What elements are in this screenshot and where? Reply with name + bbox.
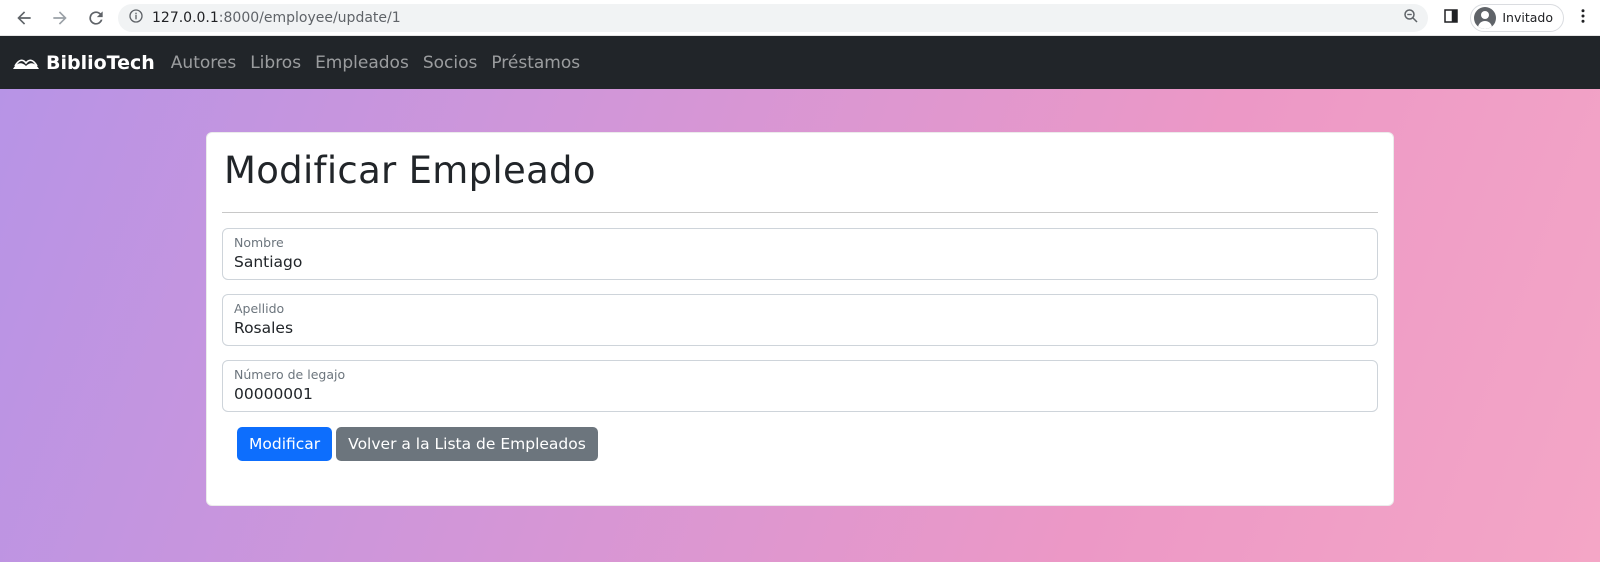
- reload-icon[interactable]: [80, 2, 112, 34]
- more-menu-icon[interactable]: [1574, 7, 1592, 29]
- brand-link[interactable]: BiblioTech: [12, 52, 155, 74]
- apellido-field[interactable]: Apellido Rosales: [222, 294, 1378, 346]
- nav-link-empleados[interactable]: Empleados: [315, 53, 409, 73]
- site-info-icon[interactable]: [128, 8, 144, 28]
- zoom-icon[interactable]: [1402, 7, 1420, 29]
- back-arrow-icon[interactable]: [8, 2, 40, 34]
- legajo-value[interactable]: 00000001: [234, 383, 1366, 405]
- modificar-button[interactable]: Modificar: [237, 427, 333, 461]
- nombre-value[interactable]: Santiago: [234, 251, 1366, 273]
- apellido-label: Apellido: [234, 301, 285, 316]
- url-text: 127.0.0.1:8000/employee/update/1: [152, 9, 401, 26]
- page-background: Modificar Empleado Nombre Santiago Apell…: [0, 89, 1600, 562]
- page-title: Modificar Empleado: [224, 149, 596, 192]
- divider: [222, 212, 1378, 213]
- side-panel-icon[interactable]: [1442, 7, 1460, 29]
- brand-name: BiblioTech: [46, 51, 155, 74]
- employee-form-card: Modificar Empleado Nombre Santiago Apell…: [206, 132, 1394, 506]
- main-navbar: BiblioTech Autores Libros Empleados Soci…: [0, 36, 1600, 89]
- back-to-list-button[interactable]: Volver a la Lista de Empleados: [336, 427, 598, 461]
- nombre-label: Nombre: [234, 235, 284, 250]
- avatar-icon: [1474, 6, 1497, 29]
- nav-link-autores[interactable]: Autores: [171, 53, 236, 73]
- nav-link-libros[interactable]: Libros: [250, 53, 301, 73]
- form-actions: Modificar Volver a la Lista de Empleados: [237, 427, 1378, 461]
- address-bar[interactable]: 127.0.0.1:8000/employee/update/1: [118, 3, 1429, 32]
- browser-toolbar: 127.0.0.1:8000/employee/update/1 Invitad…: [0, 0, 1600, 36]
- nombre-field[interactable]: Nombre Santiago: [222, 228, 1378, 280]
- profile-button[interactable]: Invitado: [1470, 3, 1564, 32]
- apellido-value[interactable]: Rosales: [234, 317, 1366, 339]
- legajo-label: Número de legajo: [234, 367, 346, 382]
- legajo-field[interactable]: Número de legajo 00000001: [222, 360, 1378, 412]
- profile-label: Invitado: [1502, 10, 1553, 25]
- forward-arrow-icon[interactable]: [44, 2, 76, 34]
- nav-link-socios[interactable]: Socios: [423, 53, 478, 73]
- book-logo-icon: [13, 59, 39, 69]
- nav-link-prestamos[interactable]: Préstamos: [491, 53, 580, 73]
